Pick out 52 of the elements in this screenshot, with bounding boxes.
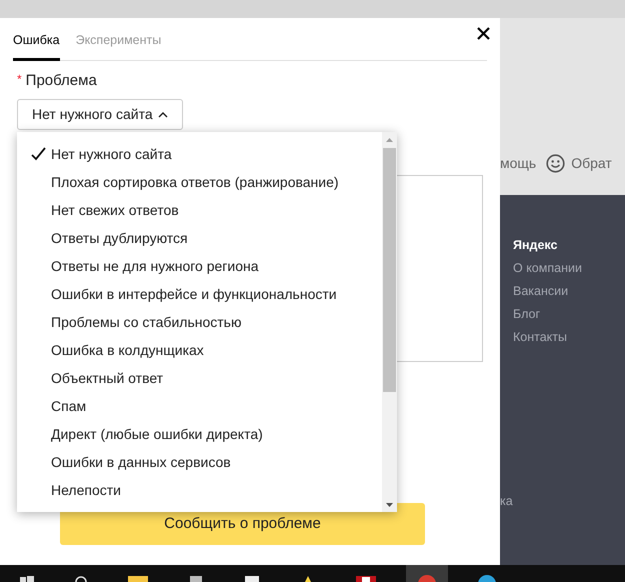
option-label: Ошибки в интерфейсе и функциональности	[51, 284, 337, 304]
dropdown-option[interactable]: Ошибки в данных сервисов	[17, 448, 382, 476]
taskbar-active-app[interactable]	[406, 565, 448, 582]
footer-link[interactable]: Блог	[513, 303, 625, 326]
option-label: Проблемы со стабильностью	[51, 312, 242, 332]
dropdown-option[interactable]: Спам	[17, 392, 382, 420]
close-button[interactable]	[476, 26, 490, 40]
search-icon[interactable]	[74, 575, 88, 582]
dropdown-option[interactable]: Ошибка в колдунщиках	[17, 336, 382, 364]
option-label: Ответы дублируются	[51, 228, 188, 248]
option-label: Ошибки в данных сервисов	[51, 452, 231, 472]
dropdown-option[interactable]: Ответы дублируются	[17, 224, 382, 252]
toolbar-link[interactable]: Обрат	[571, 153, 612, 174]
option-label: Нет свежих ответов	[51, 200, 179, 220]
document-icon[interactable]	[188, 576, 204, 582]
app-icon[interactable]	[356, 576, 376, 582]
dropdown-option[interactable]: Объектный ответ	[17, 364, 382, 392]
required-asterisk: *	[17, 70, 22, 88]
notepad-icon[interactable]	[244, 576, 260, 582]
field-label: Проблема	[26, 70, 97, 91]
scrollbar-thumb[interactable]	[383, 148, 396, 392]
close-icon	[476, 26, 490, 40]
dropdown-option[interactable]: Ошибки в интерфейсе и функциональности	[17, 280, 382, 308]
smiley-icon	[546, 154, 566, 173]
option-label: Ошибка в колдунщиках	[51, 340, 204, 360]
scroll-up-icon	[386, 138, 393, 142]
option-label: Спам	[51, 396, 86, 416]
dropdown-option[interactable]: Нелепости	[17, 476, 382, 504]
dropdown-option[interactable]: Директ (любые ошибки директа)	[17, 420, 382, 448]
dropdown-option[interactable]: Проблемы со стабильностью	[17, 308, 382, 336]
tab[interactable]: Ошибка	[13, 31, 60, 61]
dropdown-option[interactable]: Нет свежих ответов	[17, 196, 382, 224]
dropdown-option[interactable]: Плохая сортировка ответов (ранжирование)	[17, 168, 382, 196]
footer-text: ка	[500, 493, 514, 510]
footer-link[interactable]: Яндекс	[513, 234, 625, 257]
option-label: Ответы не для нужного региона	[51, 256, 259, 276]
option-label: Объектный ответ	[51, 368, 164, 388]
windows-icon[interactable]	[20, 576, 34, 582]
scroll-down-icon	[386, 503, 393, 507]
footer-link[interactable]: Контакты	[513, 326, 625, 349]
option-label: Нет нужного сайта	[51, 144, 172, 164]
caret-icon	[158, 111, 168, 118]
dropdown-option[interactable]: Ответы не для нужного региона	[17, 252, 382, 280]
option-label: Нелепости	[51, 480, 121, 500]
option-label: Плохая сортировка ответов (ранжирование)	[51, 172, 339, 192]
dropdown-option[interactable]: Нет нужного сайта	[17, 140, 382, 168]
problem-select[interactable]: Нет нужного сайта	[17, 99, 183, 130]
footer-link[interactable]: О компании	[513, 257, 625, 280]
option-label: Директ (любые ошибки директа)	[51, 424, 263, 444]
footer-link[interactable]: Вакансии	[513, 280, 625, 303]
scrollbar[interactable]	[382, 132, 397, 512]
toolbar-link[interactable]: мощь	[500, 153, 536, 174]
